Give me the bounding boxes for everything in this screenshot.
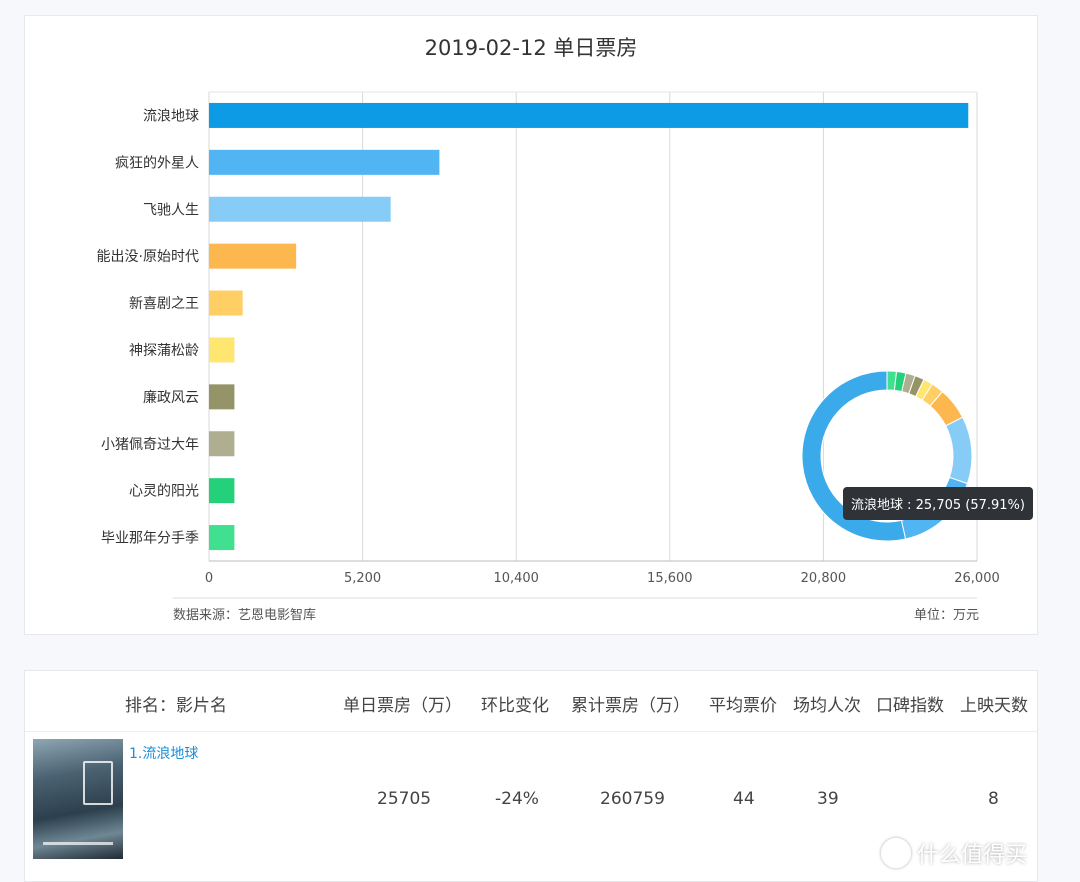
donut-slice-3 <box>945 416 973 485</box>
x-tick-label: 26,000 <box>954 571 1000 586</box>
bar-9 <box>209 478 235 504</box>
category-label: 疯狂的外星人 <box>115 155 199 171</box>
category-label: 小猪佩奇过大年 <box>101 436 199 453</box>
box-office-table: 排名：影片名 单日票房（万） 环比变化 累计票房（万） 平均票价 场均人次 口碑… <box>24 670 1038 882</box>
bar-4 <box>209 243 297 269</box>
category-label: 能出没·原始时代 <box>97 249 199 265</box>
header-daily: 单日票房（万） <box>343 696 462 716</box>
cell-per-show: 39 <box>817 789 839 809</box>
header-days: 上映天数 <box>960 696 1028 716</box>
category-label: 新喜剧之王 <box>129 296 199 312</box>
bar-5 <box>209 290 243 316</box>
watermark: 什么值得买 <box>880 837 1027 869</box>
x-tick-label: 10,400 <box>493 571 539 586</box>
header-change: 环比变化 <box>481 696 549 716</box>
category-label: 飞驰人生 <box>143 202 199 218</box>
cell-days: 8 <box>988 789 999 809</box>
x-tick-label: 5,200 <box>344 571 381 586</box>
donut-tooltip: 流浪地球 : 25,705 (57.91%) <box>843 487 1033 520</box>
category-label: 心灵的阳光 <box>129 484 199 500</box>
bar-7 <box>209 384 235 410</box>
category-label: 神探蒲松龄 <box>129 343 199 359</box>
unit-label: 单位：万元 <box>913 608 979 623</box>
watermark-text: 什么值得买 <box>916 843 1027 868</box>
category-label: 毕业那年分手季 <box>101 531 199 547</box>
header-price: 平均票价 <box>709 696 777 716</box>
category-label: 流浪地球 <box>143 108 199 124</box>
bar-8 <box>209 431 235 457</box>
movie-poster-image[interactable] <box>33 739 123 859</box>
movie-name-link[interactable]: 1.流浪地球 <box>129 743 198 763</box>
bar-chart: 0 5,200 10,400 15,600 20,800 26,000 流浪地球疯狂的外星人… <box>97 91 1000 599</box>
smzdm-logo-icon <box>880 838 911 868</box>
poster-title-art <box>83 761 113 805</box>
x-tick-label: 20,800 <box>801 571 847 586</box>
header-per-show: 场均人次 <box>793 696 861 716</box>
bar-1 <box>209 102 969 128</box>
header-total: 累计票房（万） <box>571 696 690 716</box>
cell-price: 44 <box>733 789 755 809</box>
cell-daily: 25705 <box>377 789 432 809</box>
bar-10 <box>209 525 235 551</box>
x-tick-label: 15,600 <box>647 571 693 586</box>
header-divider <box>25 731 1037 732</box>
header-rank-name: 排名：影片名 <box>125 696 227 716</box>
category-label: 廉政风云 <box>143 389 199 406</box>
cell-total: 260759 <box>600 789 665 809</box>
bar-6 <box>209 337 235 363</box>
cell-change: -24% <box>495 789 539 809</box>
data-source-label: 数据来源：艺恩电影智库 <box>173 608 317 623</box>
x-tick-label: 0 <box>205 571 213 586</box>
bar-3 <box>209 196 391 222</box>
poster-stripe <box>43 842 113 845</box>
header-rating: 口碑指数 <box>876 696 944 716</box>
bar-2 <box>209 149 440 175</box>
chart-panel: 2019-02-12 单日票房 0 5,200 10,400 15,600 20,800… <box>24 15 1038 635</box>
